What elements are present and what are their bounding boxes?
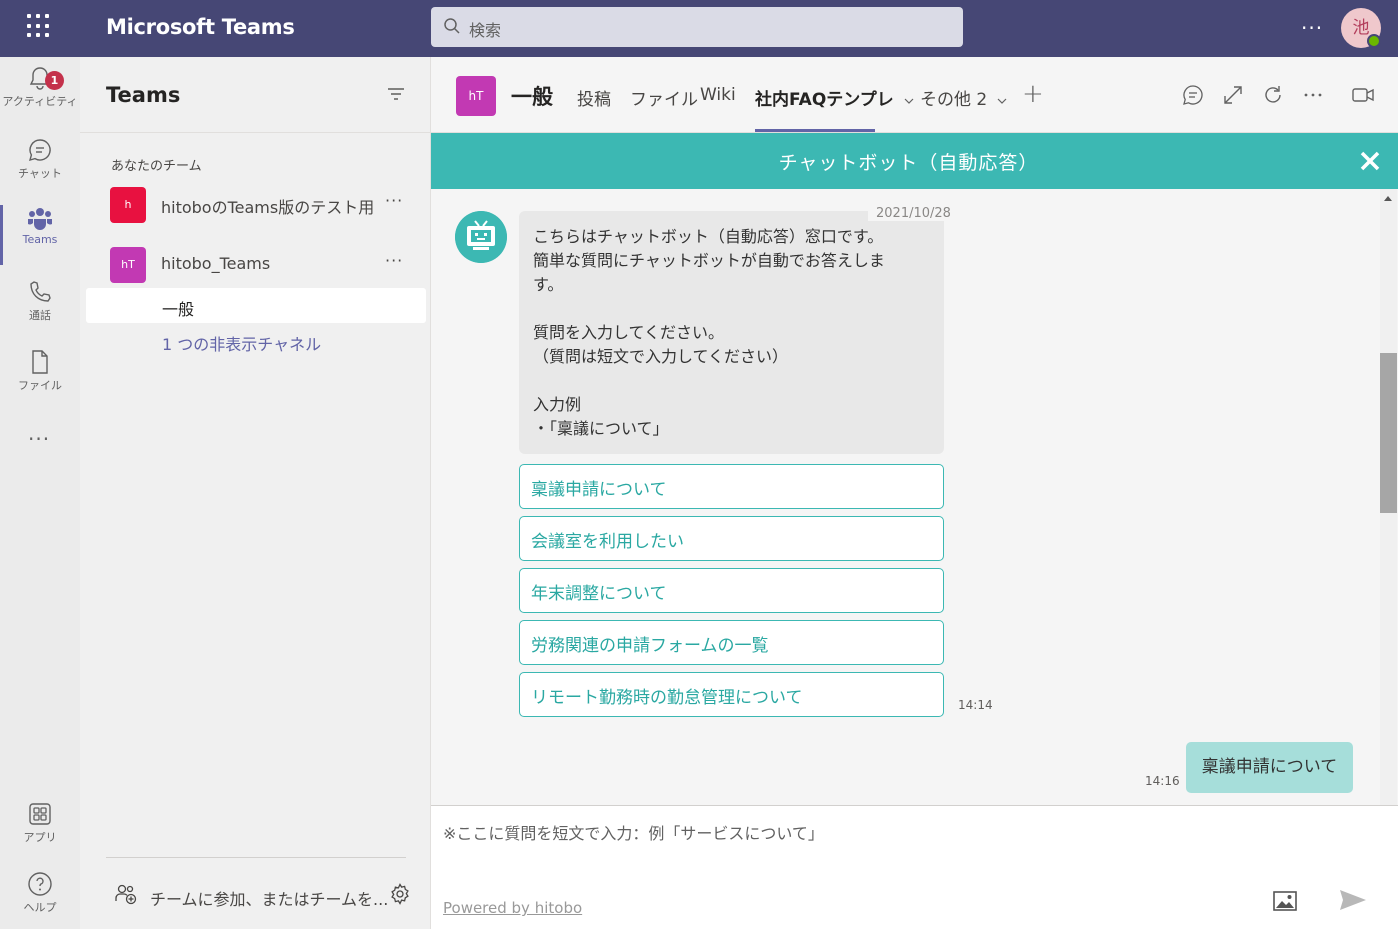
chevron-down-icon — [997, 98, 1007, 104]
conversation-icon[interactable] — [1182, 84, 1204, 106]
tab-label: 社内FAQテンプレ — [755, 90, 894, 110]
rail-item-help[interactable]: ヘルプ — [0, 871, 80, 929]
faq-option-button[interactable]: 会議室を利用したい — [519, 516, 944, 561]
channel-item-general[interactable]: 一般 — [86, 288, 426, 323]
rail-label: Teams — [22, 233, 58, 246]
chat-input-placeholder: ※ここに質問を短文で入力：例「サービスについて」 — [443, 824, 824, 843]
app-title: Microsoft Teams — [106, 15, 295, 39]
file-icon — [32, 350, 48, 374]
app-launcher-icon[interactable] — [27, 14, 51, 38]
team-name: hitoboのTeams版のテスト用 — [161, 198, 375, 217]
chat-input-area[interactable]: ※ここに質問を短文で入力：例「サービスについて」 Powered by hito… — [431, 805, 1398, 929]
faq-option-button[interactable]: 年末調整について — [519, 568, 944, 613]
top-bar: Microsoft Teams 検索 ··· 池 — [0, 0, 1398, 57]
video-call-icon[interactable] — [1351, 84, 1375, 106]
notification-badge: 1 — [45, 71, 64, 90]
bot-message-time: 14:14 — [958, 698, 993, 712]
team-more-icon[interactable]: ··· — [385, 191, 403, 210]
team-more-icon[interactable]: ··· — [385, 251, 403, 270]
refresh-icon[interactable] — [1262, 84, 1284, 106]
join-team-icon[interactable] — [114, 883, 138, 905]
channel-header: hT 一般 投稿 ファイル Wiki 社内FAQテンプレ その他 2 + — [431, 57, 1398, 133]
rail-item-calls[interactable]: 通話 — [0, 279, 80, 345]
channel-team-avatar: hT — [456, 76, 496, 116]
chatbot-header: チャットボット（自動応答） — [431, 133, 1398, 189]
channel-title: 一般 — [511, 85, 553, 109]
teams-icon — [28, 208, 52, 230]
tab-posts[interactable]: 投稿 — [577, 85, 611, 110]
rail-label: ファイル — [18, 379, 62, 392]
team-item[interactable]: h hitoboのTeams版のテスト用 ··· — [86, 181, 426, 231]
rail-label: 通話 — [29, 309, 51, 322]
help-icon — [28, 872, 52, 896]
tab-faq-template[interactable]: 社内FAQテンプレ — [755, 85, 914, 110]
channel-name: 一般 — [162, 300, 195, 319]
teams-panel: Teams あなたのチーム h hitoboのTeams版のテスト用 ··· h… — [80, 57, 431, 929]
tab-wiki[interactable]: Wiki — [700, 85, 736, 105]
teams-panel-header: Teams — [80, 57, 430, 133]
rail-item-teams[interactable]: Teams — [0, 205, 80, 271]
panel-title: Teams — [106, 83, 181, 107]
faq-option-button[interactable]: 稟議申請について — [519, 464, 944, 509]
active-tab-indicator — [755, 129, 875, 132]
chatbot-title: チャットボット（自動応答） — [778, 152, 1039, 174]
divider — [106, 857, 406, 858]
rail-item-apps[interactable]: アプリ — [0, 801, 80, 867]
expand-icon[interactable] — [1222, 84, 1244, 106]
rail-label: チャット — [18, 167, 62, 180]
tab-label: その他 2 — [920, 90, 988, 110]
powered-by-link[interactable]: Powered by hitobo — [443, 899, 582, 917]
close-icon[interactable] — [1359, 150, 1381, 172]
rail-label: アプリ — [23, 831, 57, 844]
add-tab-button[interactable]: + — [1022, 79, 1044, 109]
user-message-time: 14:16 — [1145, 774, 1180, 788]
search-placeholder: 検索 — [469, 21, 502, 40]
join-team-link[interactable]: チームに参加、またはチームを... — [150, 886, 388, 910]
scrollbar-thumb[interactable] — [1380, 353, 1397, 513]
faq-option-button[interactable]: リモート勤務時の勤怠管理について — [519, 672, 944, 717]
send-icon[interactable] — [1339, 888, 1367, 912]
rail-item-activity[interactable]: アクティビティ 1 — [0, 65, 80, 131]
phone-icon — [30, 281, 51, 302]
user-message-bubble: 稟議申請について — [1186, 742, 1353, 793]
tab-more[interactable]: その他 2 — [920, 85, 1007, 110]
team-name: hitobo_Teams — [161, 254, 271, 273]
hidden-channels-link[interactable]: 1 つの非表示チャネル — [162, 331, 321, 355]
app-rail: アクティビティ 1 チャット Teams 通話 ファイル ··· アプリ ヘルプ — [0, 57, 80, 929]
filter-icon[interactable] — [387, 86, 405, 102]
chevron-down-icon — [904, 98, 914, 104]
bot-avatar-icon — [455, 211, 507, 263]
more-apps-icon[interactable]: ··· — [28, 427, 50, 451]
chat-icon — [28, 139, 51, 162]
rail-label: アクティビティ — [2, 95, 78, 108]
team-avatar: hT — [110, 247, 146, 283]
apps-icon — [29, 803, 51, 825]
presence-available-icon — [1367, 34, 1381, 48]
search-input[interactable]: 検索 — [431, 7, 963, 47]
search-icon — [444, 18, 460, 34]
rail-item-files[interactable]: ファイル — [0, 349, 80, 415]
faq-option-button[interactable]: 労務関連の申請フォームの一覧 — [519, 620, 944, 665]
tab-files[interactable]: ファイル — [630, 85, 698, 110]
image-upload-icon[interactable] — [1273, 890, 1297, 912]
more-options-icon[interactable]: ··· — [1301, 16, 1323, 40]
gear-icon[interactable] — [389, 883, 411, 905]
scroll-up-arrow-icon[interactable] — [1384, 196, 1392, 201]
bot-message-bubble: こちらはチャットボット（自動応答）窓口です。 簡単な質問にチャットボットが自動で… — [519, 211, 944, 454]
rail-label: ヘルプ — [23, 901, 57, 914]
team-item[interactable]: hT hitobo_Teams ··· — [86, 241, 426, 291]
more-options-icon[interactable] — [1302, 84, 1324, 106]
rail-item-chat[interactable]: チャット — [0, 137, 80, 203]
team-avatar: h — [110, 187, 146, 223]
message-date: 2021/10/28 — [868, 206, 959, 221]
section-label-your-teams: あなたのチーム — [111, 159, 202, 174]
